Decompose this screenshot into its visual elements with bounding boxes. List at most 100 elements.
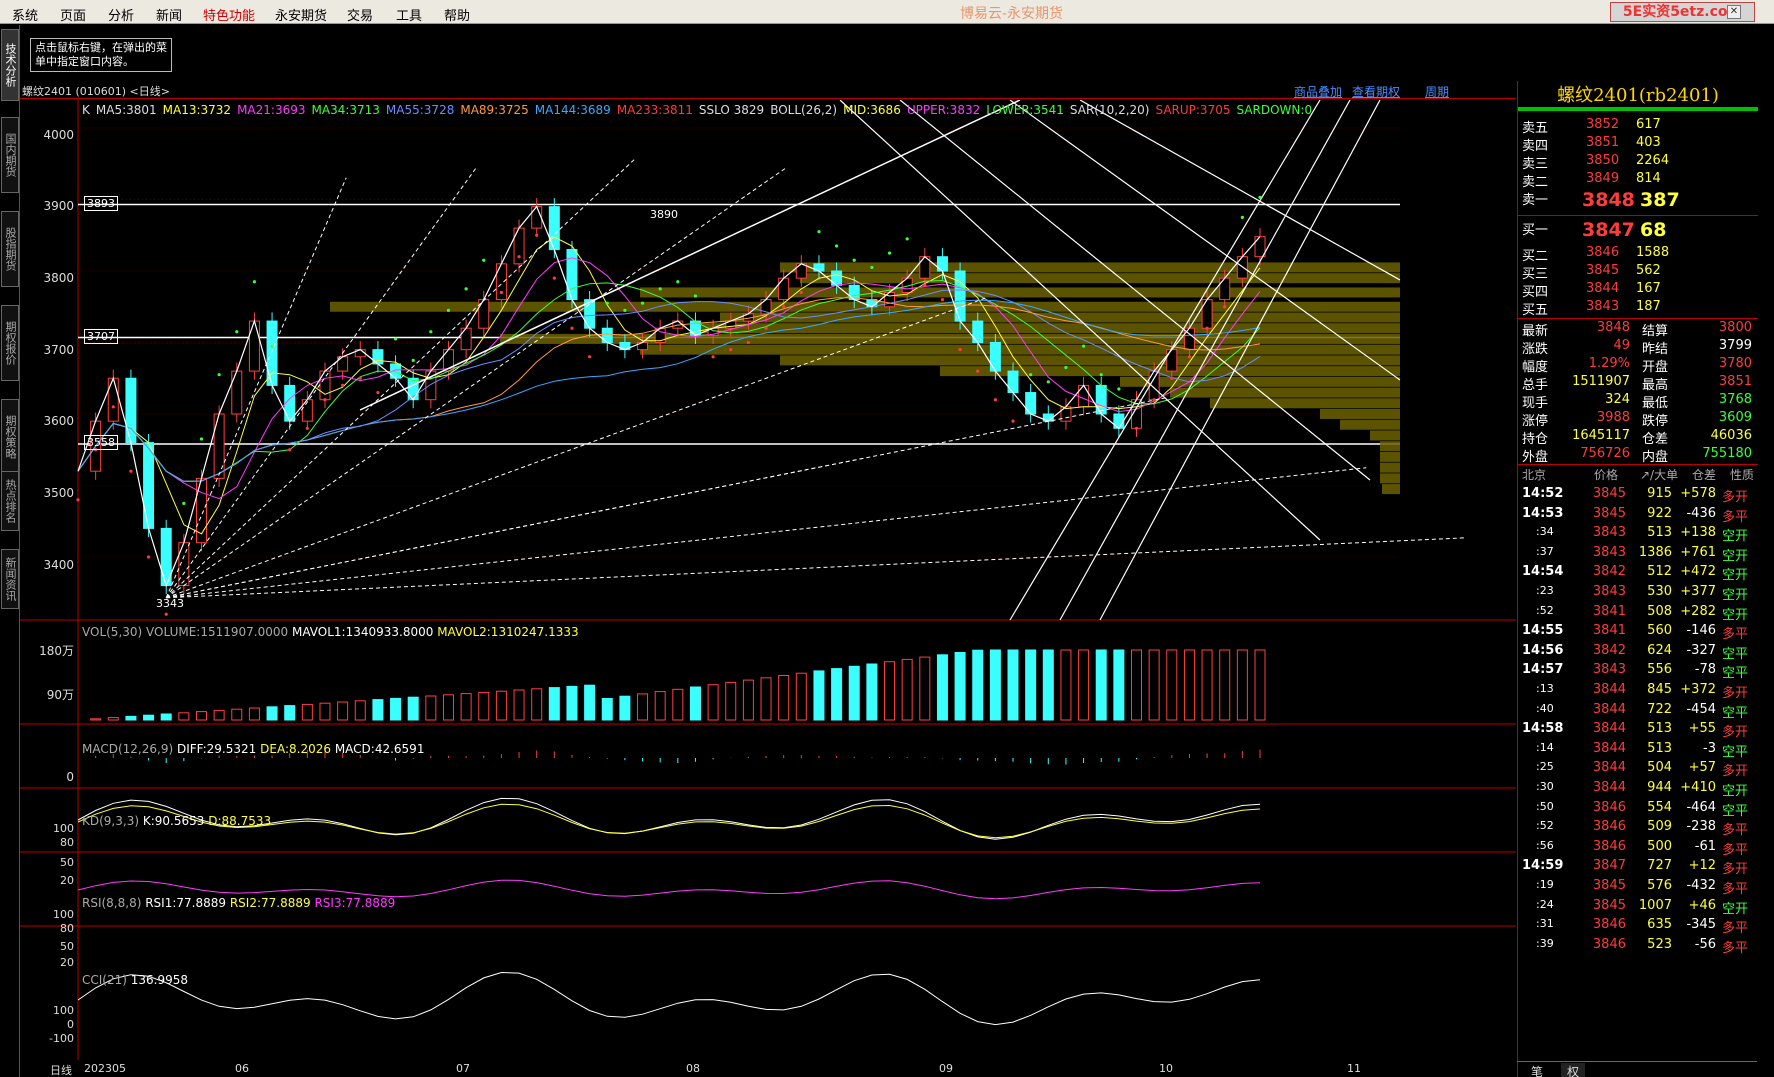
buy-price: 3845 bbox=[1586, 263, 1620, 278]
tick-oi: -436 bbox=[1686, 505, 1716, 521]
time-tick: 06 bbox=[235, 1062, 249, 1075]
volume-bar bbox=[1095, 649, 1107, 721]
tick-oi: -56 bbox=[1694, 936, 1716, 952]
indicator-item: SARUP:3705 bbox=[1155, 103, 1231, 117]
tab-index-futures[interactable]: 股指期货 bbox=[1, 211, 19, 287]
stat-row: 最新 3848 结算 3800 bbox=[1522, 320, 1754, 339]
candle-body bbox=[778, 277, 790, 301]
volume-bar bbox=[831, 668, 843, 721]
candle-body bbox=[143, 442, 155, 529]
volume-bar bbox=[672, 688, 684, 721]
cci-indicator-line: CCI(21) 136.9958 bbox=[82, 973, 188, 987]
stat-value: 756726 bbox=[1580, 446, 1630, 461]
tab-news[interactable]: 新闻资讯 bbox=[1, 549, 19, 609]
menu-tools[interactable]: 工具 bbox=[396, 5, 422, 24]
chart-canvas[interactable] bbox=[20, 100, 1516, 1077]
cci-tick: 100 bbox=[53, 1004, 74, 1017]
volume-profile-bar bbox=[700, 323, 1400, 334]
sar-dot bbox=[1099, 373, 1103, 377]
tab-domestic-futures[interactable]: 国内期货 bbox=[1, 117, 19, 193]
indicator-item: BOLL(26,2) bbox=[770, 103, 838, 117]
tick-price: 3843 bbox=[1592, 662, 1626, 678]
time-tick: 08 bbox=[686, 1062, 700, 1075]
tab-rights[interactable]: 权 bbox=[1561, 1063, 1586, 1077]
volume-bar bbox=[866, 663, 878, 721]
sar-dot bbox=[517, 255, 521, 259]
tick-time: :13 bbox=[1536, 682, 1554, 695]
volume-bar bbox=[1042, 649, 1054, 721]
tick-price: 3845 bbox=[1592, 878, 1626, 893]
volume-indicator-line: VOL(5,30) VOLUME:1511907.0000 MAVOL1:134… bbox=[82, 625, 579, 639]
indicator-item: MA55:3728 bbox=[385, 103, 455, 117]
tick-oi: +578 bbox=[1680, 486, 1716, 501]
macd-dea: DEA:8.2026 bbox=[260, 742, 331, 756]
time-tick: 202305 bbox=[84, 1062, 126, 1075]
tick-volume: 576 bbox=[1647, 878, 1672, 893]
sar-dot bbox=[464, 287, 468, 291]
period-link[interactable]: 周期 bbox=[1425, 83, 1449, 100]
tab-hot-rank[interactable]: 热点排名 bbox=[1, 471, 19, 531]
volume-bar bbox=[337, 701, 349, 721]
rsi-2: RSI2:77.8889 bbox=[229, 896, 311, 910]
menu-special[interactable]: 特色功能 bbox=[203, 5, 255, 24]
tab-technical[interactable]: 技术分析 bbox=[1, 29, 19, 101]
volume-bar bbox=[1201, 649, 1213, 721]
tick-nature: 多平 bbox=[1722, 940, 1749, 956]
candle-body bbox=[1025, 392, 1037, 415]
indicator-item: SARDOWN:0 bbox=[1236, 103, 1313, 117]
quote-bottom-tabs: 笔 权 bbox=[1517, 1061, 1757, 1077]
tick-nature: 多开 bbox=[1722, 490, 1749, 505]
tick-nature: 空开 bbox=[1722, 901, 1749, 917]
volume-profile-bar bbox=[1210, 398, 1400, 409]
menu-page[interactable]: 页面 bbox=[60, 5, 86, 24]
tick-price: 3845 bbox=[1592, 505, 1626, 521]
tab-ticks[interactable]: 笔 bbox=[1531, 1063, 1543, 1077]
low-label: 3343 bbox=[156, 597, 184, 610]
volume-bar bbox=[778, 675, 790, 721]
volume-profile-bar bbox=[640, 287, 1400, 298]
volume-profile-bar bbox=[330, 301, 1400, 312]
buy-label: 买五 bbox=[1522, 303, 1549, 318]
volume-bar bbox=[989, 649, 1001, 721]
buy-row: 买三 3845 562 bbox=[1522, 263, 1754, 282]
volume-profile-bar bbox=[720, 312, 1400, 323]
tick-row: :40 3844 722 -454 空平 bbox=[1522, 702, 1754, 721]
macd-diff: DIFF:29.5321 bbox=[176, 742, 257, 756]
menu-analysis[interactable]: 分析 bbox=[108, 5, 134, 24]
menu-help[interactable]: 帮助 bbox=[444, 5, 470, 24]
tick-nature: 多开 bbox=[1722, 725, 1749, 741]
tick-time: 14:54 bbox=[1522, 564, 1564, 580]
rsi-tick: 20 bbox=[60, 956, 74, 969]
tick-oi: +57 bbox=[1688, 760, 1716, 776]
menu-news[interactable]: 新闻 bbox=[156, 5, 182, 24]
tab-options-quote[interactable]: 期权报价 bbox=[1, 305, 19, 381]
menu-yongan[interactable]: 永安期货 bbox=[275, 5, 327, 24]
stat-value: 3768 bbox=[1718, 392, 1752, 407]
volume-profile-bar bbox=[1120, 376, 1400, 387]
sar-dot bbox=[570, 326, 574, 330]
tick-price: 3841 bbox=[1592, 603, 1626, 619]
volume-bar bbox=[107, 717, 119, 721]
tick-price: 3841 bbox=[1592, 623, 1626, 639]
tick-nature: 空开 bbox=[1722, 548, 1749, 564]
sar-dot bbox=[923, 283, 927, 287]
volume-bar bbox=[1113, 649, 1125, 721]
options-link[interactable]: 查看期权 bbox=[1352, 83, 1400, 100]
menu-system[interactable]: 系统 bbox=[12, 5, 38, 24]
volume-bar bbox=[936, 654, 948, 721]
close-icon[interactable]: ✕ bbox=[1727, 5, 1741, 19]
tick-nature: 空开 bbox=[1722, 607, 1749, 623]
menu-trade[interactable]: 交易 bbox=[347, 5, 373, 24]
volume-bar bbox=[1166, 649, 1178, 721]
tick-nature: 多开 bbox=[1722, 764, 1749, 780]
tick-price: 3844 bbox=[1592, 682, 1626, 697]
tick-price: 3843 bbox=[1592, 584, 1626, 599]
tab-options-strategy[interactable]: 期权策略 bbox=[1, 399, 19, 475]
price-tick: 3800 bbox=[43, 271, 74, 285]
stat-value: 755180 bbox=[1702, 446, 1752, 461]
tick-price: 3846 bbox=[1592, 917, 1626, 933]
rsi-3: RSI3:77.8889 bbox=[314, 896, 396, 910]
overlay-link[interactable]: 商品叠加 bbox=[1294, 83, 1342, 100]
tick-nature: 空平 bbox=[1722, 666, 1749, 682]
candle-body bbox=[566, 249, 578, 301]
